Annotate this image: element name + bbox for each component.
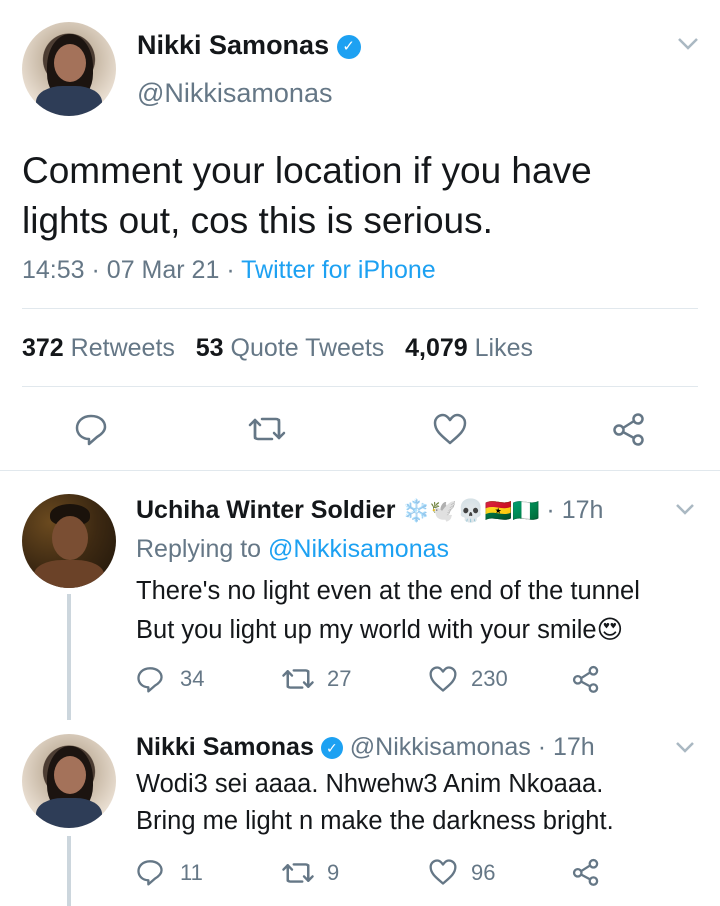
retweets-label: Retweets xyxy=(70,334,175,362)
replying-handle[interactable]: @Nikkisamonas xyxy=(268,535,449,563)
meta-separator: · xyxy=(91,256,100,284)
like-heart-icon[interactable] xyxy=(428,665,458,693)
tweet-text-line: Comment your location if you have xyxy=(22,150,592,191)
retweet-icon[interactable] xyxy=(280,860,316,886)
reply-icon[interactable] xyxy=(136,665,164,693)
reply-icon[interactable] xyxy=(136,858,164,886)
reply-text-line: Bring me light n make the darkness brigh… xyxy=(136,807,614,835)
reply-header: Uchiha Winter Soldier ❄️🕊️💀🇬🇭🇳🇬 · 17h xyxy=(136,496,603,525)
reply-author-name[interactable]: Nikki Samonas xyxy=(136,733,314,761)
share-icon[interactable] xyxy=(572,665,600,693)
thread-line xyxy=(67,594,71,720)
meta-separator: · xyxy=(226,256,235,284)
replying-to: Replying to @Nikkisamonas xyxy=(136,535,449,564)
author-handle[interactable]: @Nikkisamonas xyxy=(137,78,332,109)
reply-author-avatar[interactable] xyxy=(22,494,116,588)
reply-time-value: 17h xyxy=(561,496,604,524)
tweet-date[interactable]: 07 Mar 21 xyxy=(107,256,220,284)
reply-author-avatar[interactable] xyxy=(22,734,116,828)
author-name-row[interactable]: Nikki Samonas ✓ xyxy=(137,30,361,61)
tweet-text: Comment your location if you have lights… xyxy=(22,146,592,246)
chevron-down-icon[interactable] xyxy=(674,502,696,521)
reply-text-line: There's no light even at the end of the … xyxy=(136,577,640,605)
likes-label: Likes xyxy=(474,334,534,362)
reply-text-line: Wodi3 sei aaaa. Nhwehw3 Anim Nkoaaa. xyxy=(136,770,604,798)
verified-badge-icon: ✓ xyxy=(320,737,343,760)
tweet-meta: 14:53 · 07 Mar 21 · Twitter for iPhone xyxy=(22,256,436,285)
chevron-down-icon[interactable] xyxy=(674,740,696,759)
quotes-stat[interactable]: 53 Quote Tweets xyxy=(196,334,385,362)
quotes-label: Quote Tweets xyxy=(230,334,385,362)
like-heart-icon[interactable] xyxy=(428,858,458,886)
chevron-down-icon[interactable] xyxy=(676,36,700,57)
tweet-stats: 372 Retweets 53 Quote Tweets 4,079 Likes xyxy=(22,334,533,363)
share-icon[interactable] xyxy=(612,412,646,446)
like-heart-icon[interactable] xyxy=(432,412,468,446)
author-avatar[interactable] xyxy=(22,22,116,116)
retweet-count: 9 xyxy=(327,860,340,885)
share-icon[interactable] xyxy=(572,858,600,886)
like-count: 230 xyxy=(471,666,508,691)
reply-author-name[interactable]: Uchiha Winter Soldier xyxy=(136,496,396,524)
replying-label: Replying to xyxy=(136,535,262,563)
reply-time[interactable]: · 17h xyxy=(546,496,603,524)
name-emoji: ❄️🕊️💀🇬🇭🇳🇬 xyxy=(402,498,540,523)
author-name: Nikki Samonas xyxy=(137,30,330,60)
reply-text: There's no light even at the end of the … xyxy=(136,572,640,650)
retweet-count: 27 xyxy=(327,666,352,691)
divider xyxy=(22,386,698,387)
reply-text: Wodi3 sei aaaa. Nhwehw3 Anim Nkoaaa. Bri… xyxy=(136,766,614,840)
likes-stat[interactable]: 4,079 Likes xyxy=(405,334,533,362)
thread-line xyxy=(67,836,71,906)
quotes-count: 53 xyxy=(195,334,224,362)
reply-icon[interactable] xyxy=(74,412,108,446)
reply-time-value: 17h xyxy=(552,733,595,761)
likes-count: 4,079 xyxy=(405,334,468,362)
retweet-icon[interactable] xyxy=(246,414,288,444)
tweet-text-line: lights out, cos this is serious. xyxy=(22,200,493,241)
retweets-stat[interactable]: 372 Retweets xyxy=(22,334,175,362)
tweet-source[interactable]: Twitter for iPhone xyxy=(241,256,436,284)
retweet-icon[interactable] xyxy=(280,666,316,692)
divider xyxy=(22,308,698,309)
reply-time[interactable]: · 17h xyxy=(538,733,595,761)
like-count: 96 xyxy=(471,860,496,885)
tweet-time[interactable]: 14:53 xyxy=(22,256,85,284)
reply-count: 34 xyxy=(180,666,205,691)
retweets-count: 372 xyxy=(22,334,64,362)
reply-count: 11 xyxy=(180,860,203,885)
reply-handle[interactable]: @Nikkisamonas xyxy=(350,733,531,761)
reply-header: Nikki Samonas ✓ @Nikkisamonas · 17h xyxy=(136,733,595,762)
verified-badge-icon: ✓ xyxy=(336,34,361,59)
divider xyxy=(0,470,720,471)
reply-text-line: But you light up my world with your smil… xyxy=(136,616,624,644)
